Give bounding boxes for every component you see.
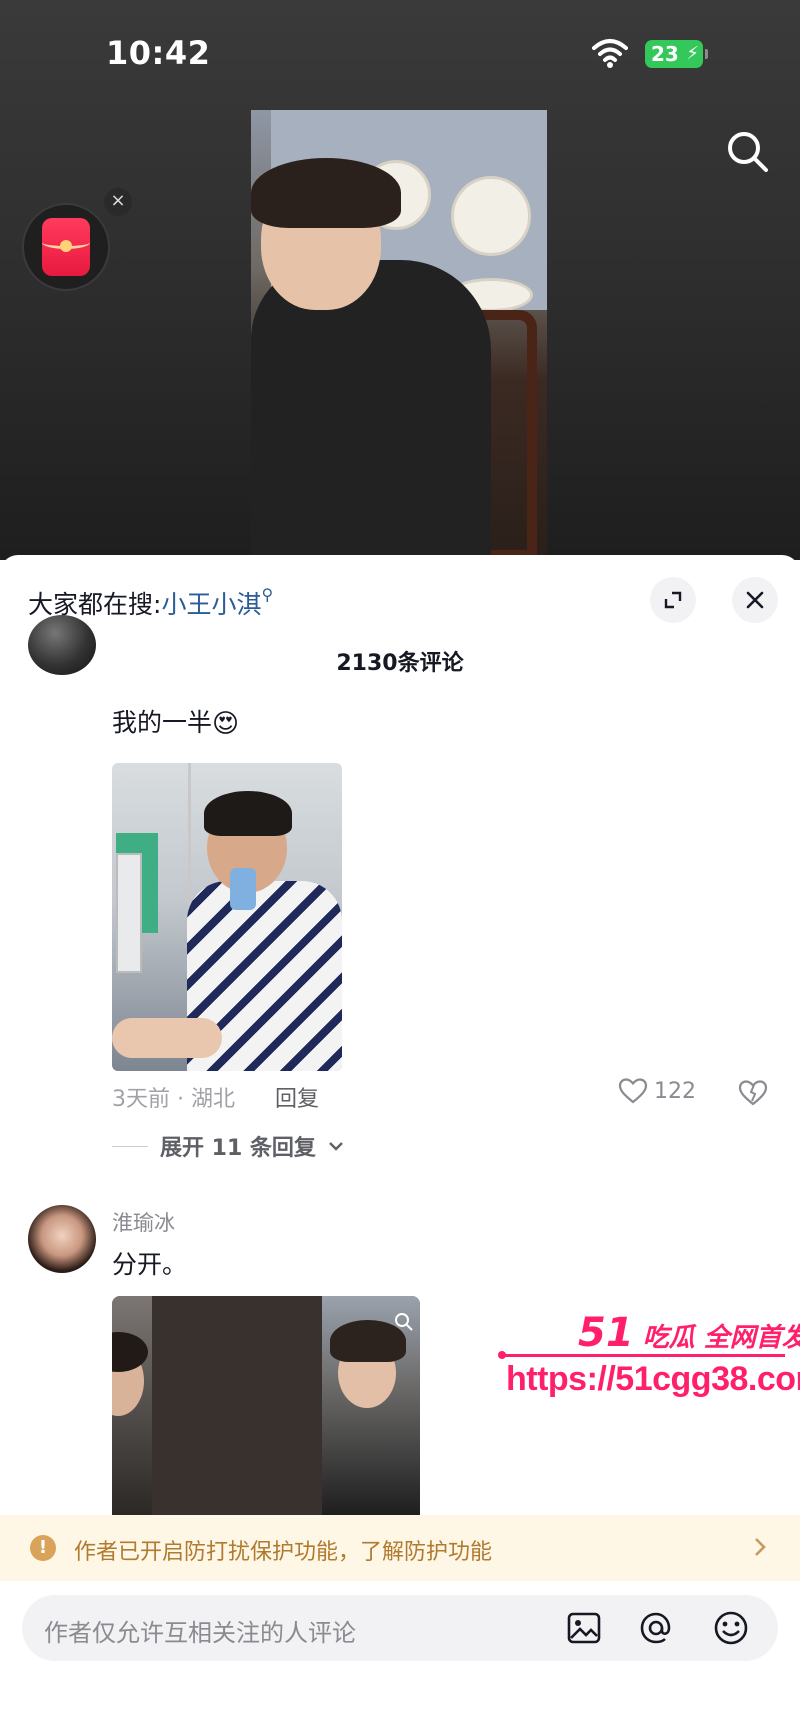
search-icon: ⚲: [261, 585, 274, 604]
divider: [112, 1145, 148, 1147]
input-placeholder: 作者仅允许互相关注的人评论: [44, 1619, 356, 1647]
comment-username[interactable]: 淮瑜冰: [112, 1207, 175, 1237]
video-area[interactable]: 10:42 23 ⚡ ×: [0, 0, 800, 560]
status-time: 10:42: [106, 34, 211, 72]
watermark-number: 51: [578, 1310, 634, 1356]
red-envelope-icon: [42, 218, 90, 276]
avatar[interactable]: [28, 1205, 96, 1273]
watermark: 51 吃瓜 全网首发 https://51cgg38.com: [498, 1310, 800, 1405]
red-packet-widget[interactable]: [22, 203, 112, 293]
gym-machine: [116, 853, 142, 973]
info-icon: !: [30, 1535, 56, 1561]
comment-input[interactable]: 作者仅允许互相关注的人评论: [22, 1595, 778, 1661]
comment-image[interactable]: [112, 763, 342, 1071]
watermark-brand: 51 吃瓜 全网首发: [578, 1310, 800, 1356]
search-icon: [395, 1313, 413, 1331]
close-icon: [746, 591, 764, 609]
reply-button[interactable]: 回复: [275, 1081, 319, 1113]
expand-replies-label: 展开 11 条回复: [160, 1136, 316, 1161]
battery-indicator: 23 ⚡: [645, 40, 708, 68]
expand-icon: [664, 591, 682, 609]
avatar[interactable]: [28, 615, 96, 675]
comment-text: 我的一半😍: [112, 703, 239, 739]
watermark-text: 吃瓜 全网首发: [642, 1323, 800, 1353]
chevron-right-icon: [755, 1538, 766, 1556]
notice-text: 作者已开启防打扰保护功能，了解防护功能: [74, 1540, 493, 1565]
chevron-down-icon: [329, 1142, 343, 1151]
plate-decoration: [451, 176, 531, 256]
comment-text: 分开。: [112, 1250, 188, 1279]
image-middle-panel: [152, 1296, 322, 1521]
heart-eyes-emoji: 😍: [212, 709, 240, 739]
mention-icon[interactable]: [637, 1609, 675, 1647]
hair: [204, 791, 292, 836]
phone: [230, 868, 256, 910]
comments-sheet: 大家都在搜:小王小淇⚲ 2130条评论 我的一半😍 3天前 · 湖北 回复 12: [0, 555, 800, 1735]
trending-keyword[interactable]: 小王小淇: [161, 590, 261, 619]
wifi-icon: [592, 39, 628, 68]
heart-icon: [618, 1078, 648, 1104]
person-hair: [251, 158, 401, 228]
expand-sheet-button[interactable]: [650, 577, 696, 623]
protection-notice[interactable]: ! 作者已开启防打扰保护功能，了解防护功能: [0, 1515, 800, 1581]
comment-meta: 3天前 · 湖北: [112, 1087, 235, 1112]
comment-body: 我的一半: [112, 708, 213, 737]
close-icon[interactable]: ×: [104, 188, 132, 216]
battery-level: 23: [651, 42, 679, 66]
search-icon[interactable]: [722, 126, 774, 178]
leg: [112, 1018, 222, 1058]
status-bar: 10:42 23 ⚡: [0, 0, 800, 100]
dislike-icon[interactable]: [738, 1079, 768, 1107]
video-thumbnail[interactable]: [251, 110, 547, 560]
emoji-icon[interactable]: [712, 1609, 750, 1647]
comment-count: 2130条评论: [336, 651, 464, 676]
like-button[interactable]: 122: [618, 1077, 696, 1105]
trending-prefix: 大家都在搜:: [28, 590, 162, 619]
person-body: [251, 260, 491, 560]
close-sheet-button[interactable]: [732, 577, 778, 623]
watermark-url: https://51cgg38.com: [506, 1360, 800, 1398]
image-icon[interactable]: [565, 1609, 603, 1647]
red-packet-badge[interactable]: [22, 203, 110, 291]
charging-icon: ⚡: [686, 43, 699, 64]
comment-image[interactable]: [112, 1296, 420, 1521]
like-count: 122: [654, 1078, 696, 1104]
watermark-line: [498, 1351, 785, 1359]
expand-replies[interactable]: 展开 11 条回复: [112, 1130, 344, 1162]
